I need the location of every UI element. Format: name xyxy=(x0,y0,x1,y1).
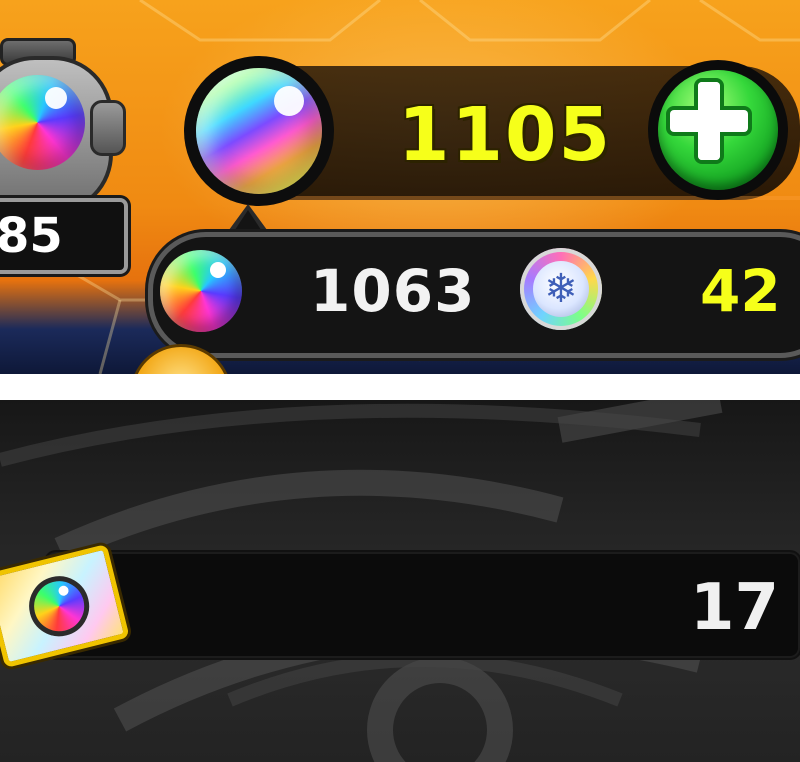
add-orbs-button[interactable] xyxy=(648,60,788,200)
stamina-count-box: 85 xyxy=(0,198,128,274)
stamina-count: 85 xyxy=(0,208,63,264)
free-orb-count: 42 xyxy=(700,257,781,325)
snowflake-icon: ❄ xyxy=(544,266,578,312)
currency-header: 85 1105 1063 ❄ 42 xyxy=(0,0,800,374)
ticket-orb-icon xyxy=(22,569,96,643)
ticket-count-bar xyxy=(46,552,800,658)
paid-orb-icon xyxy=(160,250,242,332)
orb-icon-frame xyxy=(184,56,334,206)
orb-total-count: 1105 xyxy=(398,92,612,178)
plus-icon-vertical xyxy=(698,82,720,160)
paid-orb-count: 1063 xyxy=(310,257,476,325)
stamina-knob xyxy=(90,100,126,156)
stamina-meter[interactable]: 85 xyxy=(0,30,140,274)
free-orb-icon: ❄ xyxy=(520,248,602,330)
ticket-count: 17 xyxy=(690,571,780,645)
rainbow-orb-icon xyxy=(196,68,322,194)
ticket-panel: 17 xyxy=(0,400,800,762)
